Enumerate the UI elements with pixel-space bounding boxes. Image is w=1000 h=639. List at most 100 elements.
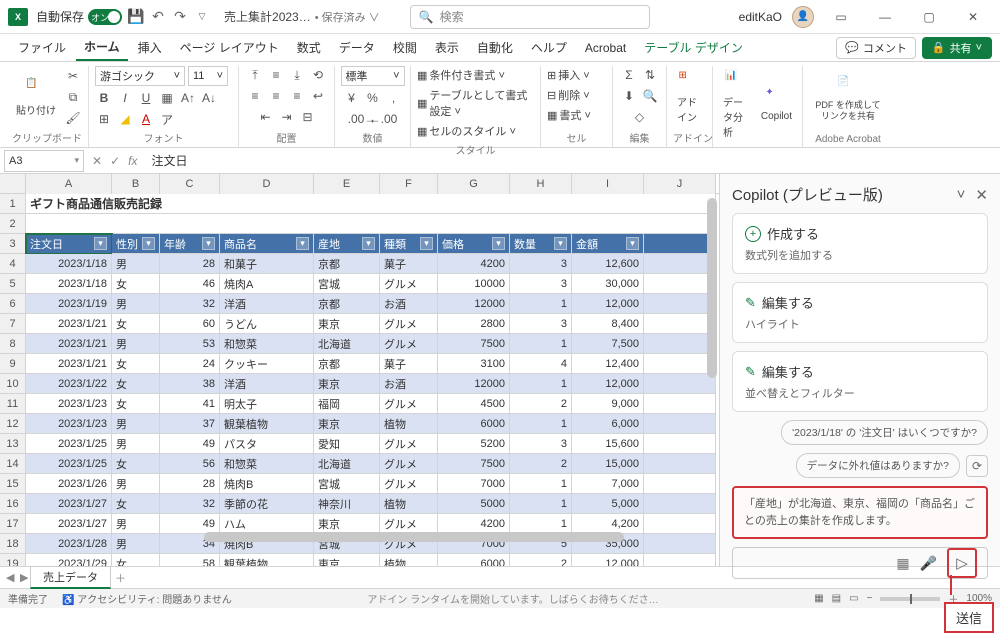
data-cell[interactable]: クッキー [220,354,314,374]
data-cell[interactable]: 和惣菜 [220,454,314,474]
data-cell[interactable]: 12,400 [572,354,644,374]
decrease-font-icon[interactable]: A↓ [200,89,218,107]
data-cell[interactable]: 男 [112,334,160,354]
data-cell[interactable]: 1 [510,334,572,354]
data-cell[interactable]: 京都 [314,354,380,374]
data-cell[interactable]: 7000 [438,474,510,494]
data-cell[interactable]: 7,000 [572,474,644,494]
comma-icon[interactable]: , [385,89,403,107]
refresh-icon[interactable]: ⟳ [966,455,988,477]
data-cell[interactable]: 58 [160,554,220,566]
number-format-select[interactable]: 標準˅ [341,66,405,86]
filename[interactable]: 売上集計2023… • 保存済み ∨ [224,8,380,25]
data-cell[interactable]: 32 [160,494,220,514]
filter-dropdown-icon[interactable]: ▾ [492,237,505,250]
data-cell[interactable]: 4200 [438,254,510,274]
table-header[interactable]: 注文日▾ [26,234,112,254]
qat-dropdown-icon[interactable]: ▽ [194,9,210,25]
name-box[interactable]: A3▾ [4,150,84,172]
delete-cells-button[interactable]: ⊟ 削除 ˅ [547,86,590,104]
data-cell[interactable]: グルメ [380,274,438,294]
col-header[interactable]: B [112,174,160,194]
data-cell[interactable]: 観葉植物 [220,414,314,434]
view-break-icon[interactable]: ▭ [849,593,858,604]
data-cell[interactable]: 2023/1/21 [26,314,112,334]
enter-formula-icon[interactable]: ✓ [110,154,120,168]
tab-home[interactable]: ホーム [76,34,128,61]
row-header[interactable]: 16 [0,494,26,514]
data-cell[interactable]: グルメ [380,314,438,334]
align-right-icon[interactable]: ≡ [288,87,306,105]
decrease-indent-icon[interactable]: ⇤ [257,108,275,126]
tab-review[interactable]: 校閲 [385,35,425,60]
italic-button[interactable]: I [116,89,134,107]
fx-icon[interactable]: fx [128,154,137,168]
data-cell[interactable]: 6,000 [572,414,644,434]
col-header[interactable]: A [26,174,112,194]
format-painter-icon[interactable]: 🖌 [64,109,82,127]
col-header[interactable]: E [314,174,380,194]
row-header[interactable]: 13 [0,434,26,454]
vertical-scrollbar[interactable] [705,194,719,530]
data-cell[interactable]: 5000 [438,494,510,514]
tab-data[interactable]: データ [331,35,383,60]
data-cell[interactable]: グルメ [380,334,438,354]
data-cell[interactable]: 1 [510,494,572,514]
data-cell[interactable]: 焼肉A [220,274,314,294]
data-cell[interactable]: 38 [160,374,220,394]
data-cell[interactable]: 季節の花 [220,494,314,514]
row-header[interactable]: 17 [0,514,26,534]
filter-dropdown-icon[interactable]: ▾ [420,237,433,250]
col-header[interactable]: G [438,174,510,194]
search-input[interactable]: 🔍 検索 [410,5,650,29]
data-cell[interactable]: 和惣菜 [220,334,314,354]
align-bottom-icon[interactable]: ⤓ [288,66,306,84]
data-cell[interactable]: 49 [160,434,220,454]
data-cell[interactable]: 男 [112,474,160,494]
row-header[interactable]: 15 [0,474,26,494]
data-cell[interactable]: 男 [112,534,160,554]
table-header[interactable]: 年齢▾ [160,234,220,254]
find-icon[interactable]: 🔍 [641,87,659,105]
tab-acrobat[interactable]: Acrobat [577,37,634,59]
data-cell[interactable]: グルメ [380,394,438,414]
data-cell[interactable]: 2800 [438,314,510,334]
ribbon-display-icon[interactable]: ▭ [824,3,858,31]
data-cell[interactable]: 2023/1/23 [26,394,112,414]
data-cell[interactable]: 10000 [438,274,510,294]
data-cell[interactable]: 男 [112,414,160,434]
fill-icon[interactable]: ⬇ [620,87,638,105]
data-cell[interactable]: 2023/1/22 [26,374,112,394]
border-button[interactable]: ▦ [158,89,176,107]
view-normal-icon[interactable]: ▦ [814,593,823,604]
filter-dropdown-icon[interactable]: ▾ [94,237,107,250]
close-pane-icon[interactable]: ✕ [975,186,988,204]
acrobat-pdf-button[interactable]: 📄PDF を作成してリンクを共有 [809,74,887,124]
data-cell[interactable]: 女 [112,314,160,334]
table-header[interactable]: 価格▾ [438,234,510,254]
data-cell[interactable]: グルメ [380,454,438,474]
data-cell[interactable]: 女 [112,394,160,414]
data-cell[interactable]: 15,000 [572,454,644,474]
horizontal-scrollbar[interactable] [200,530,719,544]
borders-icon[interactable]: ⊞ [95,110,113,128]
data-cell[interactable]: 植物 [380,494,438,514]
data-cell[interactable]: 5200 [438,434,510,454]
wrap-text-icon[interactable]: ↩ [309,87,327,105]
data-cell[interactable]: 菓子 [380,354,438,374]
data-cell[interactable]: 15,600 [572,434,644,454]
data-cell[interactable]: 男 [112,294,160,314]
row-header[interactable]: 6 [0,294,26,314]
save-icon[interactable]: 💾 [128,9,144,25]
cut-icon[interactable]: ✂ [64,67,82,85]
data-cell[interactable]: 男 [112,254,160,274]
data-cell[interactable]: 2023/1/25 [26,434,112,454]
copilot-suggestion[interactable]: データに外れ値はありますか? [796,453,960,478]
row-header[interactable]: 14 [0,454,26,474]
data-cell[interactable]: うどん [220,314,314,334]
data-cell[interactable]: 洋酒 [220,294,314,314]
row-header[interactable]: 19 [0,554,26,566]
row-header[interactable]: 7 [0,314,26,334]
row-header[interactable]: 4 [0,254,26,274]
align-left-icon[interactable]: ≡ [246,87,264,105]
